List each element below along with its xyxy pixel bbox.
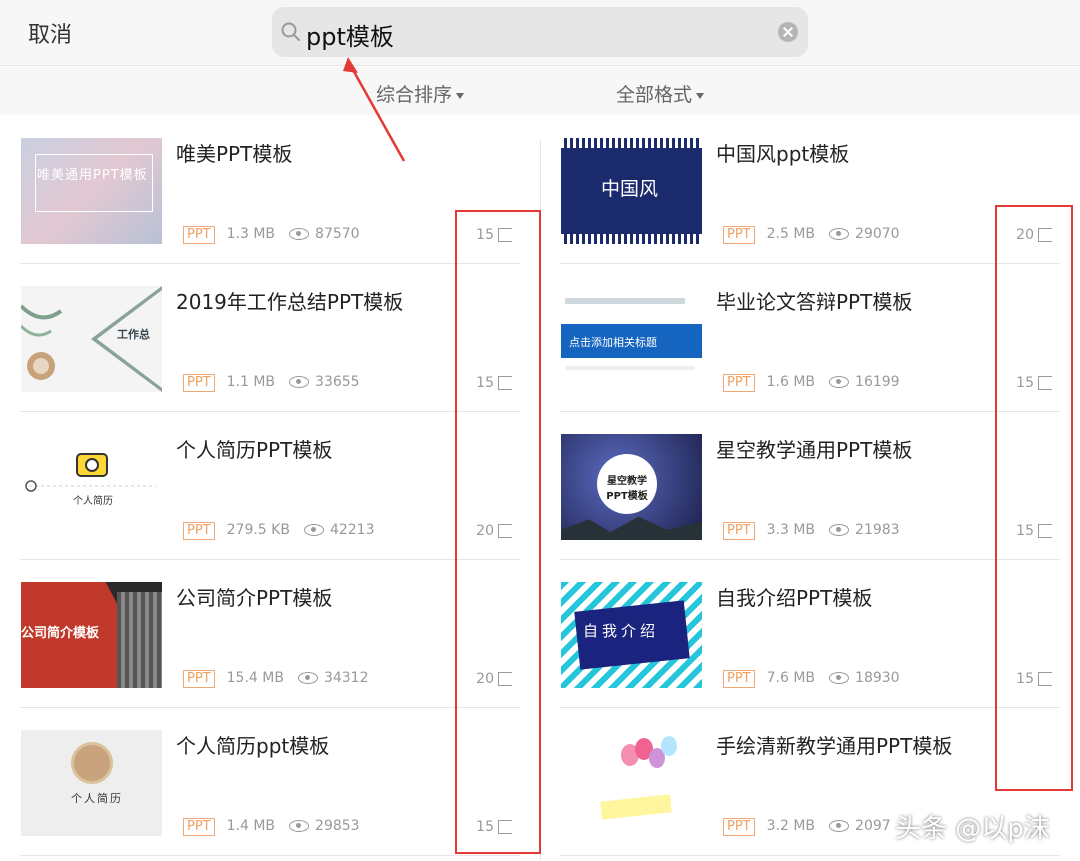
thumbnail: 中国风 (561, 138, 702, 244)
list-item[interactable]: 个人简历 个人简历ppt模板 PPT 1.4 MB 29853 15 (0, 708, 520, 856)
thumbnail: 公司简介模板 (21, 582, 162, 688)
thumbnail: 唯美通用PPT模板 (21, 138, 162, 244)
list-item[interactable]: 星空教学PPT模板 星空教学通用PPT模板 PPT 3.3 MB 21983 15 (540, 412, 1060, 560)
file-size: 3.3 MB (766, 522, 816, 538)
format-badge: PPT (183, 374, 215, 392)
item-title: 唯美PPT模板 (176, 142, 293, 166)
format-label: 全部格式 (616, 84, 693, 106)
annotation-box-right (995, 205, 1073, 791)
thumbnail: 点击添加相关标题 (561, 286, 702, 392)
item-meta: PPT 2.5 MB 29070 (723, 226, 900, 246)
format-badge: PPT (723, 670, 755, 688)
item-title: 自我介绍PPT模板 (716, 586, 873, 610)
annotation-box-left (455, 210, 541, 854)
item-meta: PPT 279.5 KB 42213 (183, 522, 375, 542)
format-badge: PPT (723, 818, 755, 836)
item-title: 星空教学通用PPT模板 (716, 438, 913, 462)
search-field[interactable]: ppt模板 (272, 7, 808, 57)
thumbnail: 自我介绍 (561, 582, 702, 688)
separator (20, 855, 520, 856)
search-input[interactable]: ppt模板 (306, 17, 394, 52)
caret-down-icon (696, 92, 705, 99)
file-size: 15.4 MB (226, 670, 284, 686)
list-item[interactable]: 自我介绍 自我介绍PPT模板 PPT 7.6 MB 18930 15 (540, 560, 1060, 708)
top-bar: 取消 ppt模板 (0, 0, 1080, 66)
item-meta: PPT 7.6 MB 18930 (723, 670, 900, 690)
thumbnail: 个人简历 (21, 434, 162, 540)
format-badge: PPT (723, 374, 755, 392)
eye-icon (297, 672, 318, 684)
view-count: 29853 (315, 818, 360, 834)
eye-icon (289, 820, 310, 832)
view-count: 16199 (855, 374, 900, 390)
eye-icon (829, 228, 850, 240)
thumbnail: 个人简历 (21, 730, 162, 836)
item-meta: PPT 15.4 MB 34312 (183, 670, 368, 690)
file-size: 1.6 MB (766, 374, 816, 390)
view-count: 34312 (323, 670, 369, 686)
list-item[interactable]: 个人简历 个人简历PPT模板 PPT 279.5 KB 42213 20 (0, 412, 520, 560)
watermark: 头条 @以p沫 (895, 814, 1050, 844)
eye-icon (829, 672, 850, 684)
format-badge: PPT (183, 226, 215, 244)
item-meta: PPT 1.4 MB 29853 (183, 818, 360, 838)
file-size: 3.2 MB (766, 818, 816, 834)
view-count: 29070 (855, 226, 900, 242)
thumbnail: 星空教学PPT模板 (561, 434, 702, 540)
view-count: 18930 (855, 670, 900, 686)
thumbnail: 工作总 (21, 286, 162, 392)
view-count: 2097 (855, 818, 891, 834)
eye-icon (303, 524, 324, 536)
item-meta: PPT 1.1 MB 33655 (183, 374, 360, 394)
file-size: 2.5 MB (766, 226, 816, 242)
annotation-arrow (343, 57, 406, 162)
list-item[interactable]: 工作总 2019年工作总结PPT模板 PPT 1.1 MB 33655 15 (0, 264, 520, 412)
item-title: 毕业论文答辩PPT模板 (716, 290, 913, 314)
item-title: 个人简历ppt模板 (176, 734, 330, 758)
file-size: 279.5 KB (226, 522, 290, 538)
item-meta: PPT 1.3 MB 87570 (183, 226, 360, 246)
list-item[interactable]: 中国风 中国风ppt模板 PPT 2.5 MB 29070 20 (540, 116, 1060, 264)
item-title: 手绘清新教学通用PPT模板 (716, 734, 953, 758)
format-badge: PPT (723, 522, 755, 540)
format-badge: PPT (183, 818, 215, 836)
item-title: 个人简历PPT模板 (176, 438, 333, 462)
item-meta: PPT 3.3 MB 21983 (723, 522, 900, 542)
item-meta: PPT 1.6 MB 16199 (723, 374, 900, 394)
search-icon (281, 22, 300, 41)
list-item[interactable]: 公司简介模板 公司简介PPT模板 PPT 15.4 MB 34312 20 (0, 560, 520, 708)
item-title: 中国风ppt模板 (716, 142, 850, 166)
caret-down-icon (456, 92, 465, 99)
eye-icon (829, 376, 850, 388)
view-count: 33655 (315, 374, 360, 390)
item-title: 2019年工作总结PPT模板 (176, 290, 404, 314)
filter-bar: 综合排序 全部格式 (0, 67, 1080, 115)
thumbnail (561, 730, 702, 836)
item-title: 公司简介PPT模板 (176, 586, 333, 610)
eye-icon (289, 228, 310, 240)
format-badge: PPT (723, 226, 755, 244)
eye-icon (829, 524, 850, 536)
format-badge: PPT (183, 670, 215, 688)
eye-icon (289, 376, 310, 388)
file-size: 7.6 MB (766, 670, 816, 686)
cancel-button[interactable]: 取消 (28, 17, 72, 49)
list-item[interactable]: 唯美通用PPT模板 唯美PPT模板 PPT 1.3 MB 87570 15 (0, 116, 520, 264)
format-dropdown[interactable]: 全部格式 (616, 80, 705, 107)
view-count: 87570 (315, 226, 360, 242)
view-count: 42213 (329, 522, 375, 538)
view-count: 21983 (855, 522, 900, 538)
list-item[interactable]: 点击添加相关标题 毕业论文答辩PPT模板 PPT 1.6 MB 16199 15 (540, 264, 1060, 412)
clear-icon[interactable] (778, 22, 798, 42)
format-badge: PPT (183, 522, 215, 540)
separator (560, 855, 1060, 856)
eye-icon (829, 820, 850, 832)
file-size: 1.1 MB (226, 374, 276, 390)
item-meta: PPT 3.2 MB 2097 (723, 818, 891, 838)
file-size: 1.4 MB (226, 818, 276, 834)
file-size: 1.3 MB (226, 226, 276, 242)
